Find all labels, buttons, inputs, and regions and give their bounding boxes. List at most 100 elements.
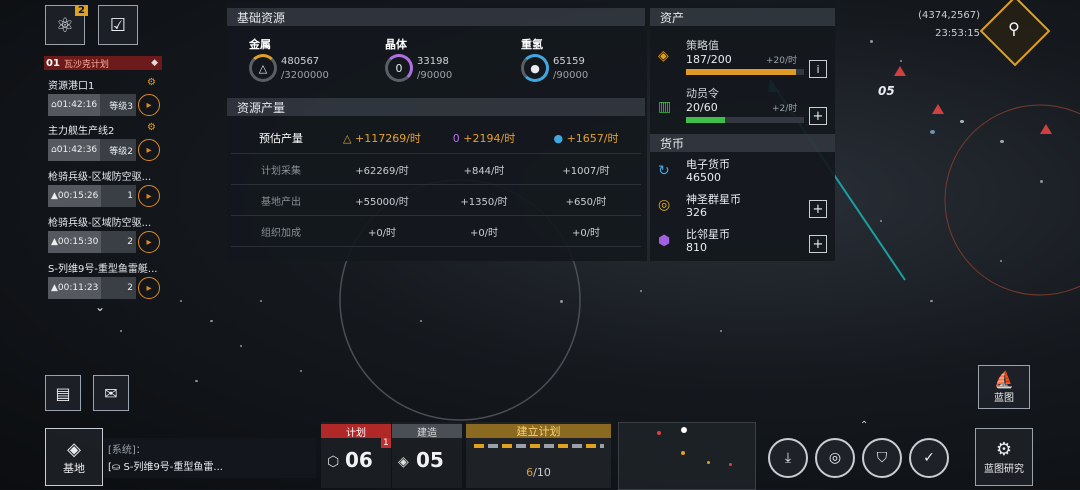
blueprint-button[interactable]: ⛵ 蓝图 <box>978 365 1030 409</box>
currency-value: 326 <box>686 206 707 219</box>
speedup-icon[interactable]: ▸ <box>138 139 160 161</box>
resource-cap: /3200000 <box>281 70 329 81</box>
minimap[interactable] <box>618 422 756 490</box>
cell: +0/时 <box>367 227 397 239</box>
base-icon: ◈ <box>67 438 81 460</box>
mail-icon: ✉ <box>104 383 118 403</box>
speedup-icon[interactable]: ▸ <box>138 277 160 299</box>
plan-item-bar: ⌂ 01:42:36 等级2 <box>48 139 136 161</box>
build-tab[interactable]: 建造 ◈ 05 <box>392 422 462 488</box>
pin-icon: ⚲ <box>1008 19 1020 38</box>
cell: +117269/时 <box>355 132 421 145</box>
assets-title: 资产 <box>650 8 835 26</box>
galaxy-button[interactable]: ◎ <box>815 438 855 478</box>
basic-resources-title: 基础资源 <box>227 8 645 26</box>
system-message-text: S-列维9号-重型鱼雷... <box>123 462 223 473</box>
diamond-icon: ◆ <box>151 58 158 68</box>
map-fleet-label[interactable]: 05 <box>878 84 895 98</box>
plan-item-title: 枪骑兵级-区域防空驱... <box>48 172 152 183</box>
plan-item[interactable]: 主力舰生产线2 ⚙ ⌂ 01:42:36 等级2 ▸ <box>48 122 160 164</box>
info-button[interactable]: i <box>809 60 827 78</box>
base-button[interactable]: ◈ 基地 <box>45 428 103 486</box>
plan-slots-indicator <box>474 444 604 448</box>
blueprint-research-button[interactable]: ⚙ 蓝图研究 <box>975 428 1033 486</box>
row-label: 计划采集 <box>261 165 301 177</box>
plan-item-bar: ▲ 00:15:26 1 <box>48 185 136 207</box>
plan-item-level: 2 <box>127 237 133 247</box>
proxima-coin-icon: ⬢ <box>658 233 671 249</box>
atom-menu-button[interactable]: ⚛ 2 <box>45 5 88 45</box>
task-checklist-button[interactable]: ☑ <box>98 5 138 45</box>
table-row: 计划采集 +62269/时 +844/时 +1007/时 <box>231 154 641 185</box>
metal-icon: △ <box>249 54 277 82</box>
resource-name: 重氢 <box>521 38 543 51</box>
tab-plan: 计划 <box>321 424 391 439</box>
crystal-icon: 0 <box>385 54 413 82</box>
atom-icon: ⚛ <box>56 13 74 37</box>
plan-header[interactable]: 01 瓦沙克计划 ◆ <box>44 56 162 70</box>
tab-build: 建造 <box>392 424 462 439</box>
establish-plan-label: 建立计划 <box>466 424 611 438</box>
mobilize-icon: ▥ <box>658 99 672 115</box>
checklist-icon: ☑ <box>109 14 127 36</box>
establish-plan-button[interactable]: 建立计划 6/10 <box>466 422 611 488</box>
plan-item-bar: ⌂ 01:42:16 等级3 <box>48 94 136 116</box>
radar-icon: ✓ <box>923 450 935 466</box>
metal-icon: △ <box>343 132 356 145</box>
resource-current: 65159 <box>553 56 585 67</box>
plan-item[interactable]: 枪骑兵级-区域防空驱... ▲ 00:15:30 2 ▸ <box>48 214 160 256</box>
mobilize-progress <box>686 117 804 123</box>
assets-panel: 资产 ◈ 策略值 187/200 +20/时 i ▥ 动员令 20/60 +2/… <box>650 3 835 261</box>
speedup-icon[interactable]: ▸ <box>138 185 160 207</box>
add-holy-star-coin-button[interactable]: + <box>809 200 827 218</box>
plan-item[interactable]: 枪骑兵级-区域防空驱... ▲ 00:15:26 1 ▸ <box>48 168 160 210</box>
table-row: 组织加成 +0/时 +0/时 +0/时 <box>231 216 641 247</box>
currency-name: 电子货币 <box>686 158 730 171</box>
resource-name: 晶体 <box>385 38 407 51</box>
plan-item-bar: ▲ 00:11:23 2 <box>48 277 136 299</box>
resource-deuterium: 重氢 ● 65159 /90000 <box>521 36 651 94</box>
mission-button[interactable]: ✓ <box>909 438 949 478</box>
blueprint-research-label: 蓝图研究 <box>984 464 1024 475</box>
currency-name: 比邻星币 <box>686 228 730 241</box>
plan-item-level: 等级3 <box>109 101 133 112</box>
plan-item-level: 1 <box>127 191 133 201</box>
mail-button[interactable]: ✉ <box>93 375 129 411</box>
shield-icon: ⛉ <box>876 450 888 466</box>
chevron-down-icon[interactable]: ⌄ <box>95 300 105 314</box>
production-title: 资源产量 <box>227 98 645 116</box>
plan-tab[interactable]: 计划 1 ⬡ 06 <box>321 422 391 488</box>
currency-value: 46500 <box>686 171 721 184</box>
system-chat[interactable]: [系统]： [⛀ S-列维9号-重型鱼雷... <box>104 438 316 478</box>
cell: +62269/时 <box>355 165 409 177</box>
coordinates-readout: (4374,2567) <box>918 10 980 21</box>
shield-button[interactable]: ⛉ <box>862 438 902 478</box>
document-button[interactable]: ▤ <box>45 375 81 411</box>
plan-item-bar: ▲ 00:15:30 2 <box>48 231 136 253</box>
build-icon: ◈ <box>398 454 409 470</box>
plan-item[interactable]: S-列维9号-重型鱼雷艇... ▲ 00:11:23 2 ▸ <box>48 260 160 302</box>
chevron-up-icon[interactable]: ⌃ <box>860 420 868 431</box>
resource-cap: /90000 <box>417 70 453 81</box>
add-mobilize-button[interactable]: + <box>809 107 827 125</box>
deuterium-icon: ● <box>553 132 567 145</box>
speedup-icon[interactable]: ▸ <box>138 231 160 253</box>
ship-icon: ⛀ <box>111 462 121 473</box>
plan-item-time: 00:11:23 <box>57 283 99 293</box>
plan-item-time: 00:15:26 <box>57 191 99 201</box>
plan-item[interactable]: 资源港口1 ⚙ ⌂ 01:42:16 等级3 ▸ <box>48 77 160 119</box>
build-count: 05 <box>416 448 444 472</box>
cell: +0/时 <box>469 227 499 239</box>
system-chat-label: [系统]： <box>108 445 146 456</box>
strategy-rate: +20/时 <box>766 56 798 66</box>
download-button[interactable]: ⤓ <box>768 438 808 478</box>
resource-current: 33198 <box>417 56 449 67</box>
speedup-icon[interactable]: ▸ <box>138 94 160 116</box>
plan-count: 06 <box>345 448 373 472</box>
establish-total: /10 <box>533 466 551 479</box>
currency-name: 神圣群星币 <box>686 193 741 206</box>
cell: +2194/时 <box>463 132 516 145</box>
add-proxima-coin-button[interactable]: + <box>809 235 827 253</box>
establish-count: 6/10 <box>466 466 611 479</box>
plan-item-level: 等级2 <box>109 146 133 157</box>
